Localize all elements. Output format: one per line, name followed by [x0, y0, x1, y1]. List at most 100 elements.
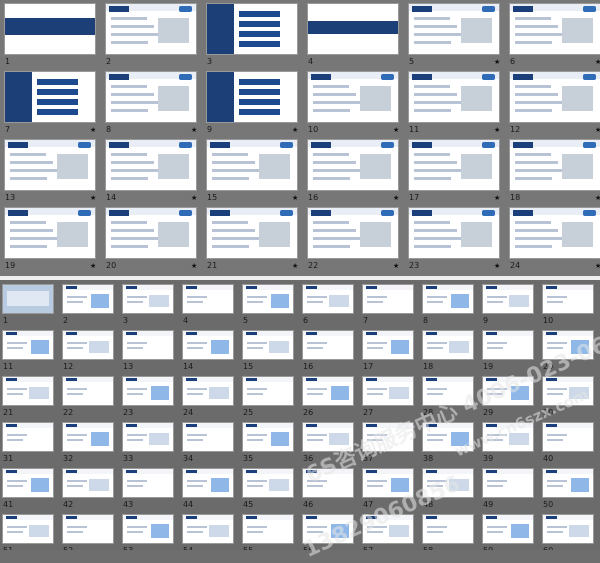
slide-thumbnail[interactable] [62, 284, 114, 314]
slide-thumbnail[interactable] [182, 330, 234, 360]
slide-thumbnail[interactable] [542, 422, 594, 452]
slide-thumbnail[interactable] [242, 468, 294, 498]
slide-thumbnail[interactable] [4, 3, 96, 55]
slide-number: 14 [183, 362, 194, 371]
slide-thumbnail[interactable] [2, 514, 54, 544]
slide-thumbnail[interactable] [105, 3, 197, 55]
slide-star-icon: ★ [494, 58, 501, 66]
slide-thumbnail[interactable] [362, 284, 414, 314]
slide-number: 26 [303, 408, 314, 417]
slide-thumbnail[interactable] [206, 207, 298, 259]
slide-thumbnail[interactable] [122, 468, 174, 498]
slide-thumbnail[interactable] [482, 514, 534, 544]
slide-thumbnail[interactable] [482, 284, 534, 314]
slide-thumbnail[interactable] [422, 284, 474, 314]
slide-thumbnail[interactable] [206, 71, 298, 123]
slide-number: 9 [207, 125, 213, 134]
slide-number: 4 [183, 316, 189, 325]
slide-thumbnail[interactable] [362, 376, 414, 406]
slide-number: 52 [63, 546, 73, 550]
slide-star-icon: ★ [90, 262, 97, 270]
slide-thumbnail[interactable] [408, 3, 500, 55]
slide-thumbnail[interactable] [4, 71, 96, 123]
slide-number: 42 [63, 500, 74, 509]
slide-thumbnail[interactable] [105, 71, 197, 123]
slide-star-icon: ★ [595, 58, 600, 66]
slide-thumbnail[interactable] [62, 468, 114, 498]
slide-thumbnail[interactable] [542, 284, 594, 314]
slide-star-icon: ★ [292, 262, 299, 270]
slide-thumbnail[interactable] [408, 207, 500, 259]
slide-thumbnail[interactable] [242, 422, 294, 452]
slide-thumbnail[interactable] [105, 207, 197, 259]
slide-thumbnail[interactable] [122, 422, 174, 452]
slide-thumbnail[interactable] [2, 376, 54, 406]
slide-number: 10 [543, 316, 554, 325]
slide-thumbnail[interactable] [182, 422, 234, 452]
slide-thumbnail[interactable] [182, 284, 234, 314]
slide-number: 20 [106, 261, 117, 270]
slide-number: 3 [123, 316, 129, 325]
slide-thumbnail[interactable] [302, 376, 354, 406]
slide-number: 60 [543, 546, 553, 550]
slide-thumbnail[interactable] [122, 284, 174, 314]
slide-thumbnail[interactable] [62, 330, 114, 360]
slide-number: 21 [207, 261, 218, 270]
slide-thumbnail[interactable] [242, 284, 294, 314]
slide-thumbnail[interactable] [2, 284, 54, 314]
slide-number: 38 [423, 454, 434, 463]
slide-star-icon: ★ [90, 126, 97, 134]
slide-number: 2 [106, 57, 112, 66]
slide-thumbnail[interactable] [2, 422, 54, 452]
slide-thumbnail[interactable] [182, 376, 234, 406]
slide-number: 7 [5, 125, 11, 134]
slide-thumbnail[interactable] [482, 468, 534, 498]
slide-thumbnail[interactable] [105, 139, 197, 191]
slide-thumbnail[interactable] [122, 330, 174, 360]
slide-thumbnail[interactable] [307, 139, 399, 191]
slide-number: 12 [510, 125, 521, 134]
slide-thumbnail[interactable] [182, 468, 234, 498]
slide-thumbnail[interactable] [122, 376, 174, 406]
slide-thumbnail[interactable] [408, 71, 500, 123]
slide-number: 49 [483, 500, 494, 509]
slide-thumbnail[interactable] [62, 514, 114, 544]
slide-thumbnail[interactable] [307, 3, 399, 55]
slide-thumbnail[interactable] [362, 330, 414, 360]
slide-thumbnail[interactable] [122, 514, 174, 544]
slide-thumbnail[interactable] [62, 422, 114, 452]
slide-thumbnail[interactable] [307, 207, 399, 259]
slide-thumbnail[interactable] [302, 284, 354, 314]
slide-thumbnail[interactable] [2, 330, 54, 360]
slide-thumbnail[interactable] [408, 139, 500, 191]
slide-thumbnail[interactable] [509, 71, 600, 123]
slide-thumbnail[interactable] [242, 514, 294, 544]
slide-thumbnail[interactable] [509, 3, 600, 55]
slide-number: 58 [423, 546, 433, 550]
slide-thumbnail[interactable] [182, 514, 234, 544]
slide-thumbnail[interactable] [422, 514, 474, 544]
slide-thumbnail[interactable] [302, 330, 354, 360]
slide-thumbnail[interactable] [206, 3, 298, 55]
slide-number: 1 [3, 316, 9, 325]
slide-thumbnail[interactable] [542, 514, 594, 544]
slide-thumbnail[interactable] [509, 139, 600, 191]
slide-number: 41 [3, 500, 14, 509]
slide-thumbnail[interactable] [509, 207, 600, 259]
slide-number: 19 [483, 362, 494, 371]
slide-thumbnail[interactable] [62, 376, 114, 406]
slide-thumbnail[interactable] [482, 330, 534, 360]
slide-thumbnail[interactable] [4, 139, 96, 191]
slide-thumbnail[interactable] [2, 468, 54, 498]
slide-thumbnail[interactable] [422, 330, 474, 360]
slide-thumbnail[interactable] [542, 468, 594, 498]
slide-thumbnail[interactable] [4, 207, 96, 259]
slide-thumbnail[interactable] [206, 139, 298, 191]
slide-number: 14 [106, 193, 117, 202]
slide-number: 4 [308, 57, 314, 66]
slide-number: 22 [63, 408, 74, 417]
slide-thumbnail[interactable] [242, 376, 294, 406]
slide-thumbnail[interactable] [307, 71, 399, 123]
slide-thumbnail[interactable] [242, 330, 294, 360]
slide-number: 54 [183, 546, 193, 550]
